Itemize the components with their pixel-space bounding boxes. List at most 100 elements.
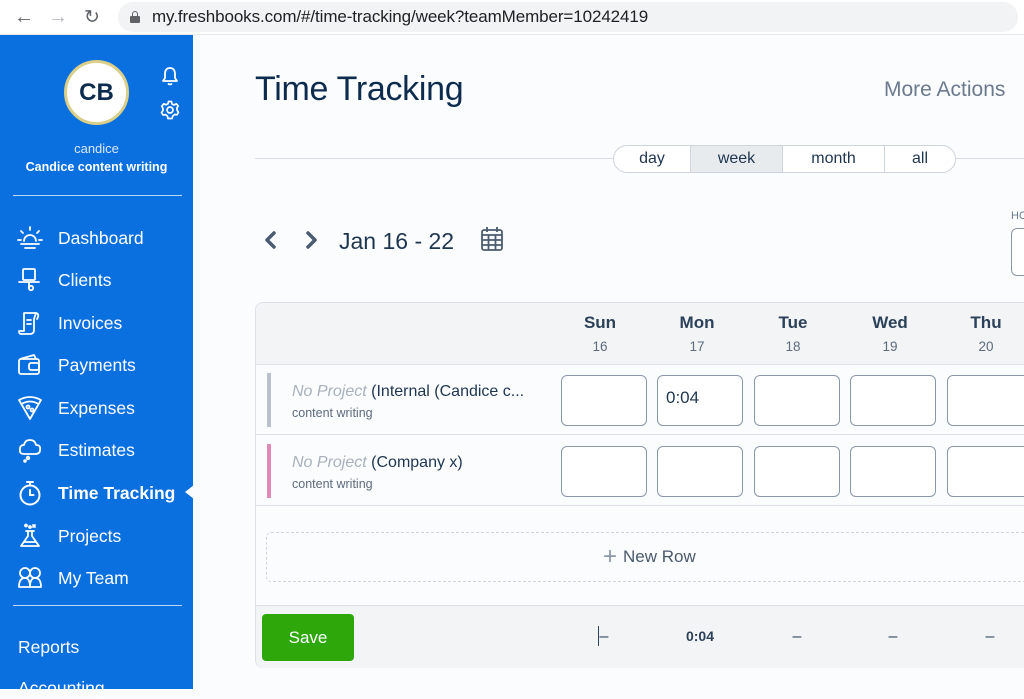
view-week-button[interactable]: week <box>691 146 783 172</box>
table-footer: Save – 0:04 – – – <box>256 605 1024 668</box>
day-date: 18 <box>785 339 801 354</box>
bell-icon[interactable] <box>161 66 179 86</box>
wallet-icon <box>16 352 44 378</box>
sidebar-item-time-tracking[interactable]: Time Tracking <box>16 478 175 508</box>
sidebar-item-label: Estimates <box>58 439 135 460</box>
arrow-right-icon[interactable]: → <box>44 3 72 31</box>
time-input[interactable]: 0:04 <box>657 375 743 426</box>
view-month-button[interactable]: month <box>783 146 885 172</box>
time-input[interactable] <box>850 375 936 426</box>
time-input[interactable] <box>657 446 743 497</box>
table-header: Sun 16 Mon 17 Tue 18 Wed 19 Thu 20 <box>256 303 1024 365</box>
sidebar-item-projects[interactable]: Projects <box>16 521 121 551</box>
time-input[interactable] <box>561 446 647 497</box>
new-row-button[interactable]: + New Row <box>266 532 1024 582</box>
sidebar-item-expenses[interactable]: Expenses <box>16 393 135 423</box>
time-input[interactable] <box>947 375 1024 426</box>
day-name: Thu <box>970 313 1002 332</box>
time-input[interactable] <box>850 446 936 497</box>
sidebar-divider <box>13 605 182 606</box>
row-color-bar <box>267 373 271 427</box>
view-all-button[interactable]: all <box>885 146 955 172</box>
sidebar-item-dashboard[interactable]: Dashboard <box>16 223 144 253</box>
pizza-icon <box>16 395 44 421</box>
day-name: Wed <box>872 313 908 332</box>
sidebar-item-label: Dashboard <box>58 227 144 248</box>
save-button[interactable]: Save <box>262 614 354 661</box>
view-day-button[interactable]: day <box>614 146 691 172</box>
sidebar-item-estimates[interactable]: Estimates <box>16 435 135 465</box>
day-total: – <box>888 628 898 645</box>
time-input[interactable] <box>754 375 840 426</box>
calendar-icon[interactable] <box>480 226 504 252</box>
day-total: – <box>985 628 995 645</box>
hours-label: HO <box>1011 210 1024 222</box>
address-bar[interactable]: my.freshbooks.com/#/time-tracking/week?t… <box>118 2 1018 32</box>
user-name: candice <box>74 141 119 156</box>
page-title: Time Tracking <box>255 70 464 108</box>
chevron-left-icon[interactable] <box>262 228 280 252</box>
table-row: No Project (Company x) content writing <box>256 436 1024 506</box>
day-name: Tue <box>778 313 808 332</box>
url-text[interactable]: my.freshbooks.com/#/time-tracking/week?t… <box>152 7 648 27</box>
hours-input[interactable] <box>1011 228 1024 276</box>
sidebar-item-reports[interactable]: Reports <box>18 637 79 658</box>
timesheet-table: Sun 16 Mon 17 Tue 18 Wed 19 Thu 20 No Pr… <box>255 302 1024 668</box>
chevron-right-icon[interactable] <box>302 228 320 252</box>
sidebar-item-label: Invoices <box>58 312 123 333</box>
lock-icon <box>130 11 140 23</box>
sidebar: CB candice Candice content writing Dashb… <box>0 35 194 698</box>
sidebar-item-label: My Team <box>58 567 129 588</box>
sidebar-item-label: Projects <box>58 525 122 546</box>
sidebar-item-invoices[interactable]: Invoices <box>16 308 122 338</box>
sidebar-item-label: Payments <box>58 354 136 375</box>
client-name: (Company x) <box>371 454 463 471</box>
row-color-bar <box>267 444 271 498</box>
sidebar-item-clients[interactable]: Clients <box>16 265 112 295</box>
business-name: Candice content writing <box>25 160 168 174</box>
invoice-icon <box>16 310 44 336</box>
sidebar-item-label: Time Tracking <box>58 482 176 503</box>
sidebar-item-my-team[interactable]: My Team <box>16 563 129 593</box>
row-title[interactable]: No Project (Internal (Candice c... <box>292 383 524 401</box>
time-input[interactable] <box>947 446 1024 497</box>
day-column-header: Wed 19 <box>847 313 933 354</box>
day-column-header: Mon 17 <box>654 313 740 354</box>
reload-icon[interactable]: ↻ <box>78 3 106 31</box>
arrow-left-icon[interactable]: ← <box>10 3 38 31</box>
flask-icon <box>16 523 44 549</box>
time-input[interactable] <box>561 375 647 426</box>
day-date: 20 <box>978 339 994 354</box>
clients-icon <box>16 267 44 293</box>
day-column-header: Thu 20 <box>943 313 1024 354</box>
row-title[interactable]: No Project (Company x) <box>292 454 463 472</box>
sidebar-item-payments[interactable]: Payments <box>16 350 136 380</box>
project-name: No Project <box>292 383 367 400</box>
sun-icon <box>16 225 44 251</box>
avatar[interactable]: CB <box>64 60 129 125</box>
day-name: Mon <box>679 313 715 332</box>
text-cursor <box>598 626 599 646</box>
date-range: Jan 16 - 22 <box>339 228 455 254</box>
day-total: – <box>599 628 609 645</box>
day-date: 19 <box>882 339 898 354</box>
day-total: – <box>792 628 802 645</box>
time-input[interactable] <box>754 446 840 497</box>
sidebar-item-label: Clients <box>58 269 112 290</box>
new-row-label: New Row <box>623 547 696 566</box>
sidebar-item-label: Expenses <box>58 397 135 418</box>
service-name: content writing <box>292 406 373 420</box>
day-name: Sun <box>583 313 617 332</box>
team-icon <box>16 565 44 591</box>
view-toggle: day week month all <box>613 145 956 173</box>
sidebar-divider <box>13 195 182 196</box>
gear-icon[interactable] <box>160 100 180 120</box>
day-total: 0:04 <box>685 628 715 644</box>
cloud-icon <box>16 437 44 463</box>
day-date: 17 <box>689 339 705 354</box>
more-actions-button[interactable]: More Actions <box>884 78 1005 102</box>
browser-toolbar: ← → ↻ my.freshbooks.com/#/time-tracking/… <box>0 0 1024 35</box>
client-name: (Internal (Candice c... <box>371 383 525 400</box>
stopwatch-icon <box>16 480 44 506</box>
day-date: 16 <box>592 339 608 354</box>
